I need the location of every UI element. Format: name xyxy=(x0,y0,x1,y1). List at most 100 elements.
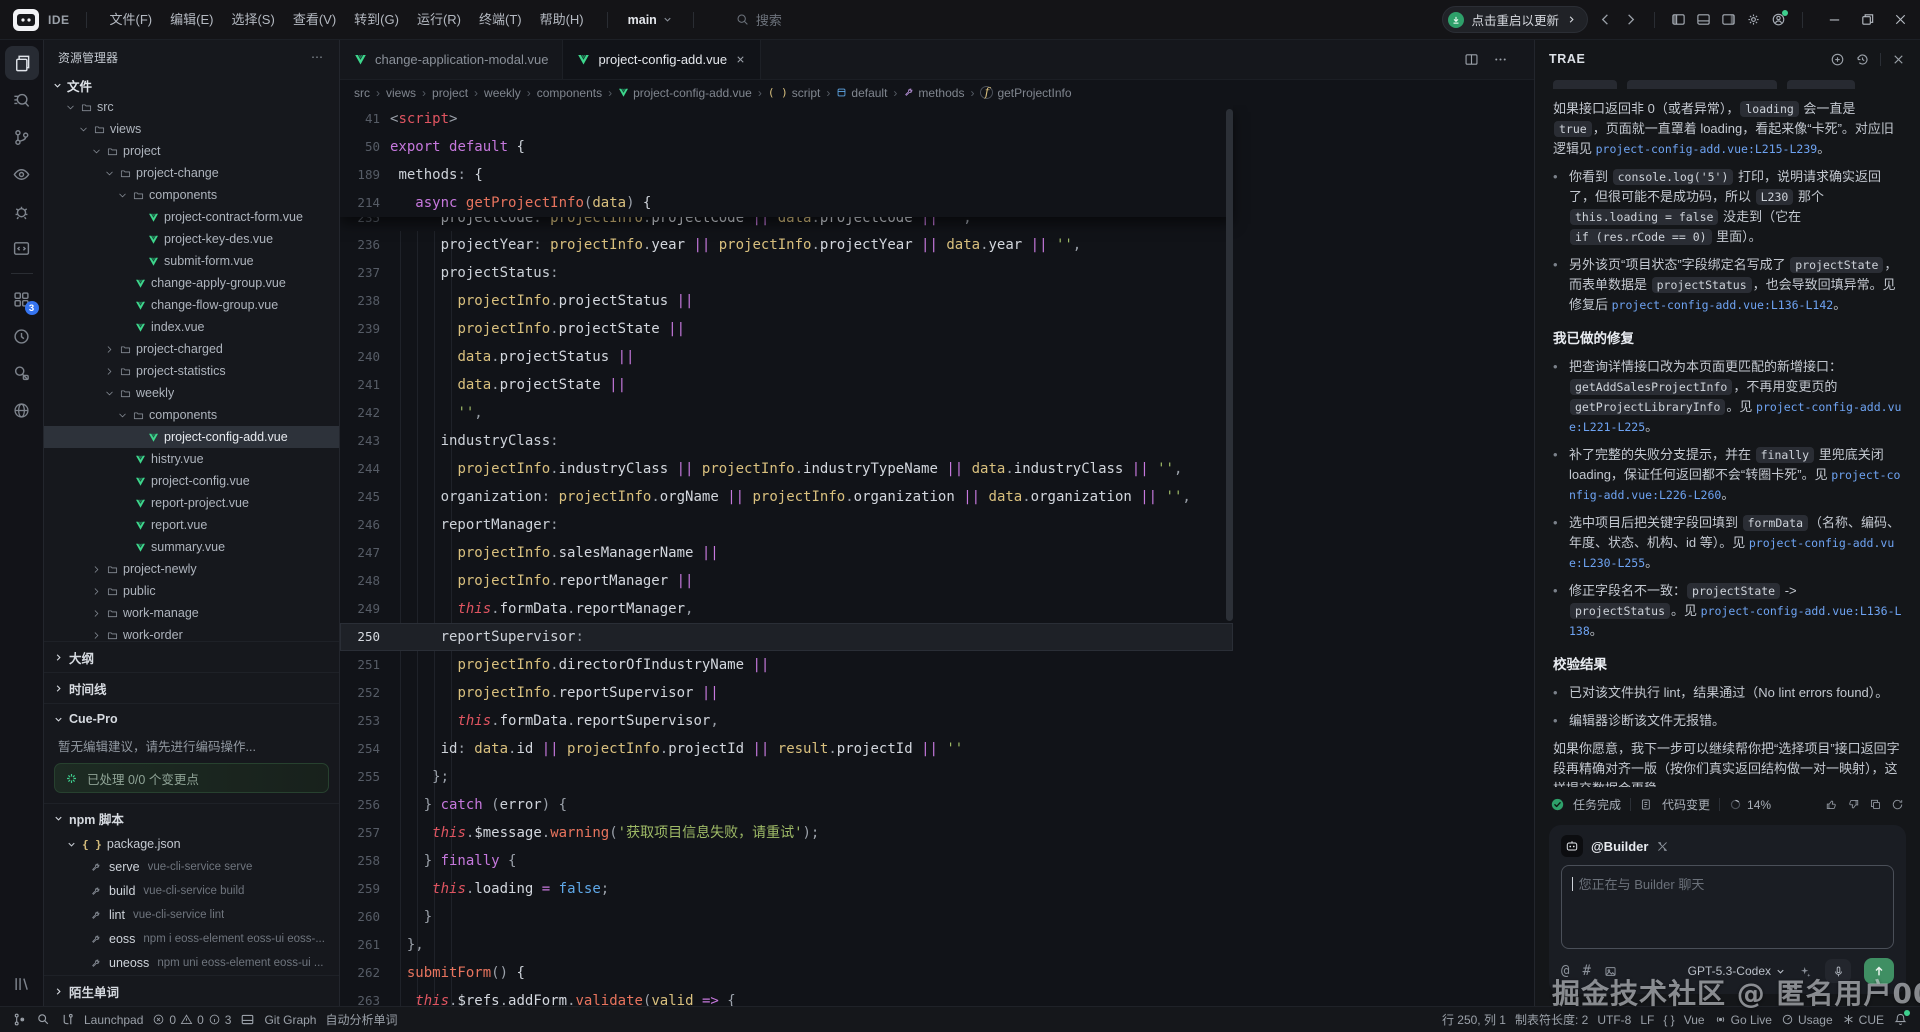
editor-scrollbar[interactable] xyxy=(1226,109,1233,621)
more-actions-icon[interactable]: ⋯ xyxy=(311,50,325,64)
menu-item[interactable]: 帮助(H) xyxy=(531,7,593,33)
npm-script-item[interactable]: servevue-cli-service serve xyxy=(44,855,339,879)
debug-bug-icon[interactable] xyxy=(5,194,39,228)
thumbs-down-icon[interactable] xyxy=(1847,798,1860,811)
thumbs-up-icon[interactable] xyxy=(1825,798,1838,811)
account-icon[interactable] xyxy=(1771,12,1786,27)
enhance-sparkle-icon[interactable] xyxy=(1799,965,1812,978)
split-editor-icon[interactable] xyxy=(1464,52,1479,67)
tree-item[interactable]: project-change xyxy=(44,162,339,184)
source-control-icon[interactable] xyxy=(5,120,39,154)
tree-item[interactable]: change-flow-group.vue xyxy=(44,294,339,316)
file-link[interactable]: project-config-add.vue:L215-L239 xyxy=(1596,142,1818,156)
tree-item[interactable]: views xyxy=(44,118,339,140)
close-window-button[interactable] xyxy=(1893,12,1908,27)
breadcrumb-item[interactable]: project-config-add.vue xyxy=(618,86,752,100)
menu-item[interactable]: 查看(V) xyxy=(284,7,345,33)
agent-name[interactable]: @Builder xyxy=(1591,839,1648,854)
breadcrumb-item[interactable]: methods xyxy=(903,86,964,100)
npm-script-item[interactable]: lintvue-cli-service lint xyxy=(44,903,339,927)
encoding-indicator[interactable]: UTF-8 xyxy=(1597,1013,1631,1027)
tree-item[interactable]: components xyxy=(44,404,339,426)
tree-item[interactable]: change-apply-group.vue xyxy=(44,272,339,294)
close-tab-icon[interactable] xyxy=(735,54,746,65)
tab-project-config-add[interactable]: project-config-add.vue xyxy=(563,40,761,79)
code-window-icon[interactable] xyxy=(5,231,39,265)
tools-icon[interactable] xyxy=(5,356,39,390)
eol-indicator[interactable]: LF xyxy=(1640,1013,1654,1027)
model-selector[interactable]: GPT-5.3-Codex xyxy=(1688,964,1786,978)
menu-item[interactable]: 文件(F) xyxy=(101,7,162,33)
regenerate-icon[interactable] xyxy=(1891,798,1904,811)
search-input[interactable]: 搜索 xyxy=(726,7,792,32)
tree-item[interactable]: project-charged xyxy=(44,338,339,360)
timeline-section[interactable]: 时间线 xyxy=(44,672,339,703)
voice-mic-icon[interactable] xyxy=(1825,959,1851,983)
code-change-icon[interactable] xyxy=(1640,798,1653,811)
file-link[interactable]: project-config-add.vue:L230-L255 xyxy=(1569,536,1894,570)
menu-item[interactable]: 编辑(E) xyxy=(161,7,222,33)
launchpad-button[interactable]: Launchpad xyxy=(84,1013,143,1027)
npm-scripts-section[interactable]: npm 脚本 xyxy=(44,803,339,834)
close-panel-icon[interactable] xyxy=(1891,52,1906,67)
tree-item[interactable]: project-key-des.vue xyxy=(44,228,339,250)
tab-size-indicator[interactable]: 制表符长度: 2 xyxy=(1515,1011,1588,1028)
npm-script-item[interactable]: eossnpm i eoss-element eoss-ui eoss-... xyxy=(44,927,339,951)
menu-item[interactable]: 终端(T) xyxy=(470,7,531,33)
npm-script-item[interactable]: buildvue-cli-service build xyxy=(44,879,339,903)
tree-item[interactable]: project xyxy=(44,140,339,162)
menu-item[interactable]: 选择(S) xyxy=(222,7,283,33)
bracket-pair-indicator[interactable]: { } xyxy=(1663,1013,1674,1027)
breadcrumb-item[interactable]: default xyxy=(836,86,887,100)
tab-change-application-modal[interactable]: change-application-modal.vue xyxy=(340,40,563,79)
cursor-position[interactable]: 行 250, 列 1 xyxy=(1442,1011,1506,1028)
cuepro-section[interactable]: Cue-Pro xyxy=(44,703,339,734)
app-logo-icon[interactable] xyxy=(12,8,40,32)
source-control-graph-icon[interactable] xyxy=(12,1012,27,1027)
notifications-bell-icon[interactable] xyxy=(1893,1012,1908,1027)
tree-item[interactable]: summary.vue xyxy=(44,536,339,558)
minimize-button[interactable] xyxy=(1827,12,1842,27)
more-actions-icon[interactable] xyxy=(1493,52,1508,67)
language-mode[interactable]: Vue xyxy=(1684,1013,1705,1027)
code-change-label[interactable]: 代码变更 xyxy=(1662,796,1710,813)
problems-errors[interactable]: 0 0 3 xyxy=(152,1013,231,1027)
copy-icon[interactable] xyxy=(1869,798,1882,811)
image-attach-icon[interactable] xyxy=(1604,965,1617,978)
breadcrumb-item[interactable]: project xyxy=(432,86,468,100)
breadcrumb-item[interactable]: weekly xyxy=(484,86,521,100)
library-icon[interactable] xyxy=(5,966,39,1000)
breadcrumb-item[interactable]: src xyxy=(354,86,370,100)
branch-selector[interactable]: main xyxy=(622,13,679,27)
chat-history-icon[interactable] xyxy=(1855,52,1870,67)
back-button[interactable] xyxy=(1598,12,1613,27)
breadcrumb-item[interactable]: views xyxy=(386,86,416,100)
restore-button[interactable] xyxy=(1860,12,1875,27)
panel-icon[interactable] xyxy=(240,1012,255,1027)
usage-button[interactable]: Usage xyxy=(1781,1013,1833,1027)
deploy-globe-icon[interactable] xyxy=(5,393,39,427)
context-hash-icon[interactable]: # xyxy=(1582,963,1590,979)
code-editor[interactable]: 41<script>50export default {189 methods:… xyxy=(340,105,1534,1006)
toggle-right-panel-button[interactable] xyxy=(1721,12,1736,27)
npm-script-item[interactable]: uneossnpm uni eoss-element eoss-ui ... xyxy=(44,951,339,975)
tree-item[interactable]: project-statistics xyxy=(44,360,339,382)
tree-item[interactable]: work-manage xyxy=(44,602,339,624)
code-review-icon[interactable] xyxy=(36,1012,51,1027)
git-graph-button[interactable]: Git Graph xyxy=(264,1013,316,1027)
agent-tools-icon[interactable] xyxy=(1656,840,1669,853)
tree-item[interactable]: index.vue xyxy=(44,316,339,338)
restart-to-update-button[interactable]: 点击重启以更新 xyxy=(1442,6,1588,33)
extensions-grid-icon[interactable]: 3 xyxy=(5,282,39,316)
tree-item[interactable]: submit-form.vue xyxy=(44,250,339,272)
breadcrumb-item[interactable]: fgetProjectInfo xyxy=(980,86,1071,100)
chat-message-area[interactable]: 如果接口返回非 0（或者异常），loading 会一直是 true，页面就一直罩… xyxy=(1535,78,1920,787)
tree-item[interactable]: src xyxy=(44,96,339,118)
branch-icon[interactable] xyxy=(60,1012,75,1027)
settings-gear-icon[interactable] xyxy=(1746,12,1761,27)
tree-item[interactable]: report.vue xyxy=(44,514,339,536)
preview-eye-icon[interactable] xyxy=(5,157,39,191)
auto-analyze-words-button[interactable]: 自动分析单词 xyxy=(325,1011,397,1028)
tree-item[interactable]: components xyxy=(44,184,339,206)
tree-item[interactable]: public xyxy=(44,580,339,602)
